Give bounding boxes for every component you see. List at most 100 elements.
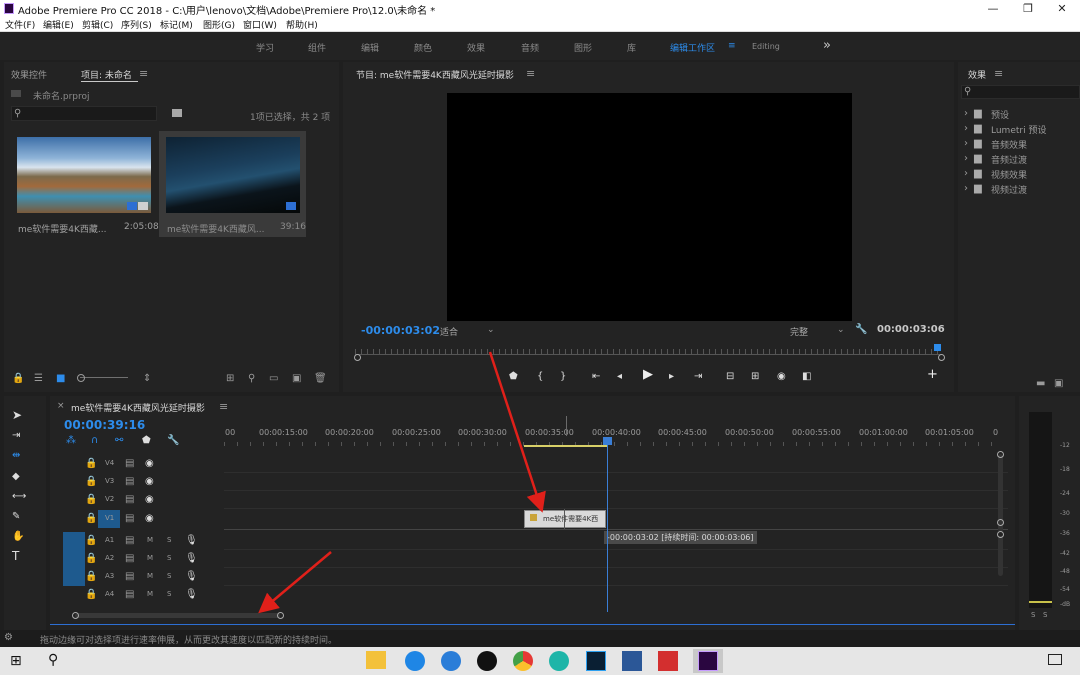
effects-folder-item[interactable]: › ▆ 音频过渡 — [964, 152, 1079, 167]
track-lock-icon[interactable]: 🔒 — [85, 590, 97, 600]
solo-button[interactable]: S — [167, 590, 171, 598]
quality-dropdown-chevron-icon[interactable]: ⌄ — [837, 325, 845, 335]
menu-graphics[interactable]: 图形(G) — [203, 18, 235, 31]
track-eye-icon[interactable]: ◉ — [145, 477, 154, 487]
more-workspaces-icon[interactable]: » — [823, 38, 831, 53]
workspace-libraries[interactable]: 库 — [627, 41, 636, 54]
word-icon[interactable] — [622, 651, 642, 671]
workspace-graphics[interactable]: 图形 — [574, 41, 592, 54]
selection-tool-icon[interactable]: ➤ — [12, 409, 22, 421]
close-button[interactable]: ✕ — [1046, 0, 1078, 17]
solo-button[interactable]: S — [167, 536, 171, 544]
browser-icon[interactable] — [441, 651, 461, 671]
fit-dropdown-chevron-icon[interactable]: ⌄ — [487, 325, 495, 335]
work-area-bar[interactable] — [524, 445, 608, 447]
menu-help[interactable]: 帮助(H) — [286, 18, 318, 31]
workspace-editing-en[interactable]: Editing — [752, 42, 780, 51]
source-patch-audio[interactable] — [63, 532, 85, 586]
timeline-zoom-scrollbar[interactable] — [75, 613, 280, 618]
hand-tool-icon[interactable]: ✋ — [12, 532, 24, 542]
workspace-assembly[interactable]: 组件 — [308, 41, 326, 54]
new-bin-icon[interactable]: ▭ — [269, 374, 278, 384]
microphone-icon[interactable]: 🎙 — [185, 590, 198, 600]
effects-tab-menu-icon[interactable]: ≡ — [994, 67, 1003, 80]
wps-icon[interactable] — [658, 651, 678, 671]
new-custom-bin-icon[interactable]: ▬ — [1036, 379, 1045, 389]
timeline-settings-wrench-icon[interactable]: 🔧 — [167, 436, 179, 446]
tab-program[interactable]: 节目: me软件需要4K西藏风光延时摄影 — [356, 68, 514, 81]
play-icon[interactable]: ▶ — [643, 368, 653, 381]
track-eye-icon[interactable]: ◉ — [145, 514, 154, 524]
extract-icon[interactable]: ⊞ — [751, 372, 759, 382]
menu-sequence[interactable]: 序列(S) — [121, 18, 152, 31]
scroll-handle[interactable] — [997, 531, 1004, 538]
workspace-editing[interactable]: 编辑 — [361, 41, 379, 54]
go-to-out-icon[interactable]: ⇥ — [694, 372, 702, 382]
track-sync-icon[interactable]: ▤ — [125, 514, 134, 524]
track-select-tool-icon[interactable]: ⇥ — [12, 431, 20, 441]
tab-timeline-sequence[interactable]: me软件需要4K西藏风光延时摄影 — [71, 401, 205, 414]
chrome-icon[interactable] — [513, 651, 533, 671]
effects-folder-item[interactable]: › ▆ 预设 — [964, 107, 1079, 122]
slip-tool-icon[interactable]: ⟷ — [12, 492, 26, 502]
notification-icon[interactable] — [1048, 654, 1062, 665]
track-eye-icon[interactable]: ◉ — [145, 459, 154, 469]
meter-solo-button[interactable]: S — [1043, 611, 1047, 619]
timeline-tab-menu-icon[interactable]: ≡ — [219, 400, 228, 413]
export-frame-icon[interactable]: ◉ — [777, 372, 786, 382]
track-header-v2[interactable]: 🔒 V2 ▤ ◉ — [85, 492, 225, 508]
track-lock-icon[interactable]: 🔒 — [85, 572, 97, 582]
program-playhead[interactable] — [934, 344, 941, 351]
program-current-time[interactable]: -00:00:03:02 — [361, 324, 440, 337]
track-sync-icon[interactable]: ▤ — [125, 554, 134, 564]
workspace-learn[interactable]: 学习 — [256, 41, 274, 54]
menu-window[interactable]: 窗口(W) — [243, 18, 277, 31]
button-editor-icon[interactable]: + — [927, 368, 938, 381]
photoshop-icon[interactable] — [586, 651, 606, 671]
new-item-icon[interactable]: ▣ — [292, 374, 301, 384]
track-header-v1[interactable]: 🔒 V1 ▤ ◉ — [85, 510, 225, 528]
nest-icon[interactable]: ⁂ — [66, 436, 76, 446]
program-video-display[interactable] — [447, 93, 852, 321]
new-preset-icon[interactable]: ▣ — [1054, 379, 1063, 389]
scroll-handle[interactable] — [277, 612, 284, 619]
project-search-input[interactable]: ⚲ — [11, 106, 157, 121]
linked-selection-icon[interactable]: ⚯ — [115, 436, 123, 446]
effects-folder-item[interactable]: › ▆ 视频过渡 — [964, 182, 1079, 197]
timeline-playhead-handle[interactable] — [603, 437, 612, 445]
track-header-a3[interactable]: 🔒 A3 ▤ M S 🎙 — [85, 569, 225, 585]
menu-edit[interactable]: 编辑(E) — [43, 18, 74, 31]
zoom-slider[interactable] — [80, 377, 128, 378]
comparison-view-icon[interactable]: ◧ — [802, 372, 811, 382]
menu-clip[interactable]: 剪辑(C) — [82, 18, 113, 31]
track-sync-icon[interactable]: ▤ — [125, 572, 134, 582]
mute-button[interactable]: M — [147, 536, 153, 544]
mark-in-icon[interactable]: { — [537, 372, 543, 382]
sort-icon[interactable]: ⇕ — [143, 374, 151, 384]
scroll-handle[interactable] — [997, 519, 1004, 526]
ie-browser-icon[interactable] — [405, 651, 425, 671]
workspace-effects[interactable]: 效果 — [467, 41, 485, 54]
timeline-clip-v1[interactable]: me软件需要4K西 — [524, 510, 606, 528]
lift-icon[interactable]: ⊟ — [726, 372, 734, 382]
windows-start-icon[interactable]: ⊞ — [10, 653, 22, 669]
premiere-icon[interactable] — [698, 651, 718, 671]
project-tab-menu-icon[interactable]: ≡ — [139, 67, 148, 80]
menu-file[interactable]: 文件(F) — [5, 18, 35, 31]
wrench-icon[interactable]: 🔧 — [855, 325, 867, 335]
mark-out-icon[interactable]: } — [560, 372, 566, 382]
lock-icon[interactable]: 🔒 — [12, 374, 24, 384]
workspace-custom-active[interactable]: 编辑工作区 — [670, 41, 715, 54]
go-to-in-icon[interactable]: ⇤ — [592, 372, 600, 382]
track-lock-icon[interactable]: 🔒 — [85, 459, 97, 469]
mute-button[interactable]: M — [147, 554, 153, 562]
track-sync-icon[interactable]: ▤ — [125, 477, 134, 487]
maximize-button[interactable]: ❐ — [1012, 0, 1044, 17]
tab-project[interactable]: 项目: 未命名 — [81, 68, 132, 81]
zoom-slider-handle[interactable] — [77, 374, 85, 382]
ripple-edit-tool-icon[interactable]: ⇹ — [12, 451, 20, 461]
pen-tool-icon[interactable]: ✎ — [12, 512, 20, 522]
file-explorer-icon[interactable] — [366, 651, 386, 669]
timeline-tab-close-icon[interactable]: × — [57, 401, 65, 411]
effects-folder-item[interactable]: › ▆ Lumetri 预设 — [964, 122, 1079, 137]
